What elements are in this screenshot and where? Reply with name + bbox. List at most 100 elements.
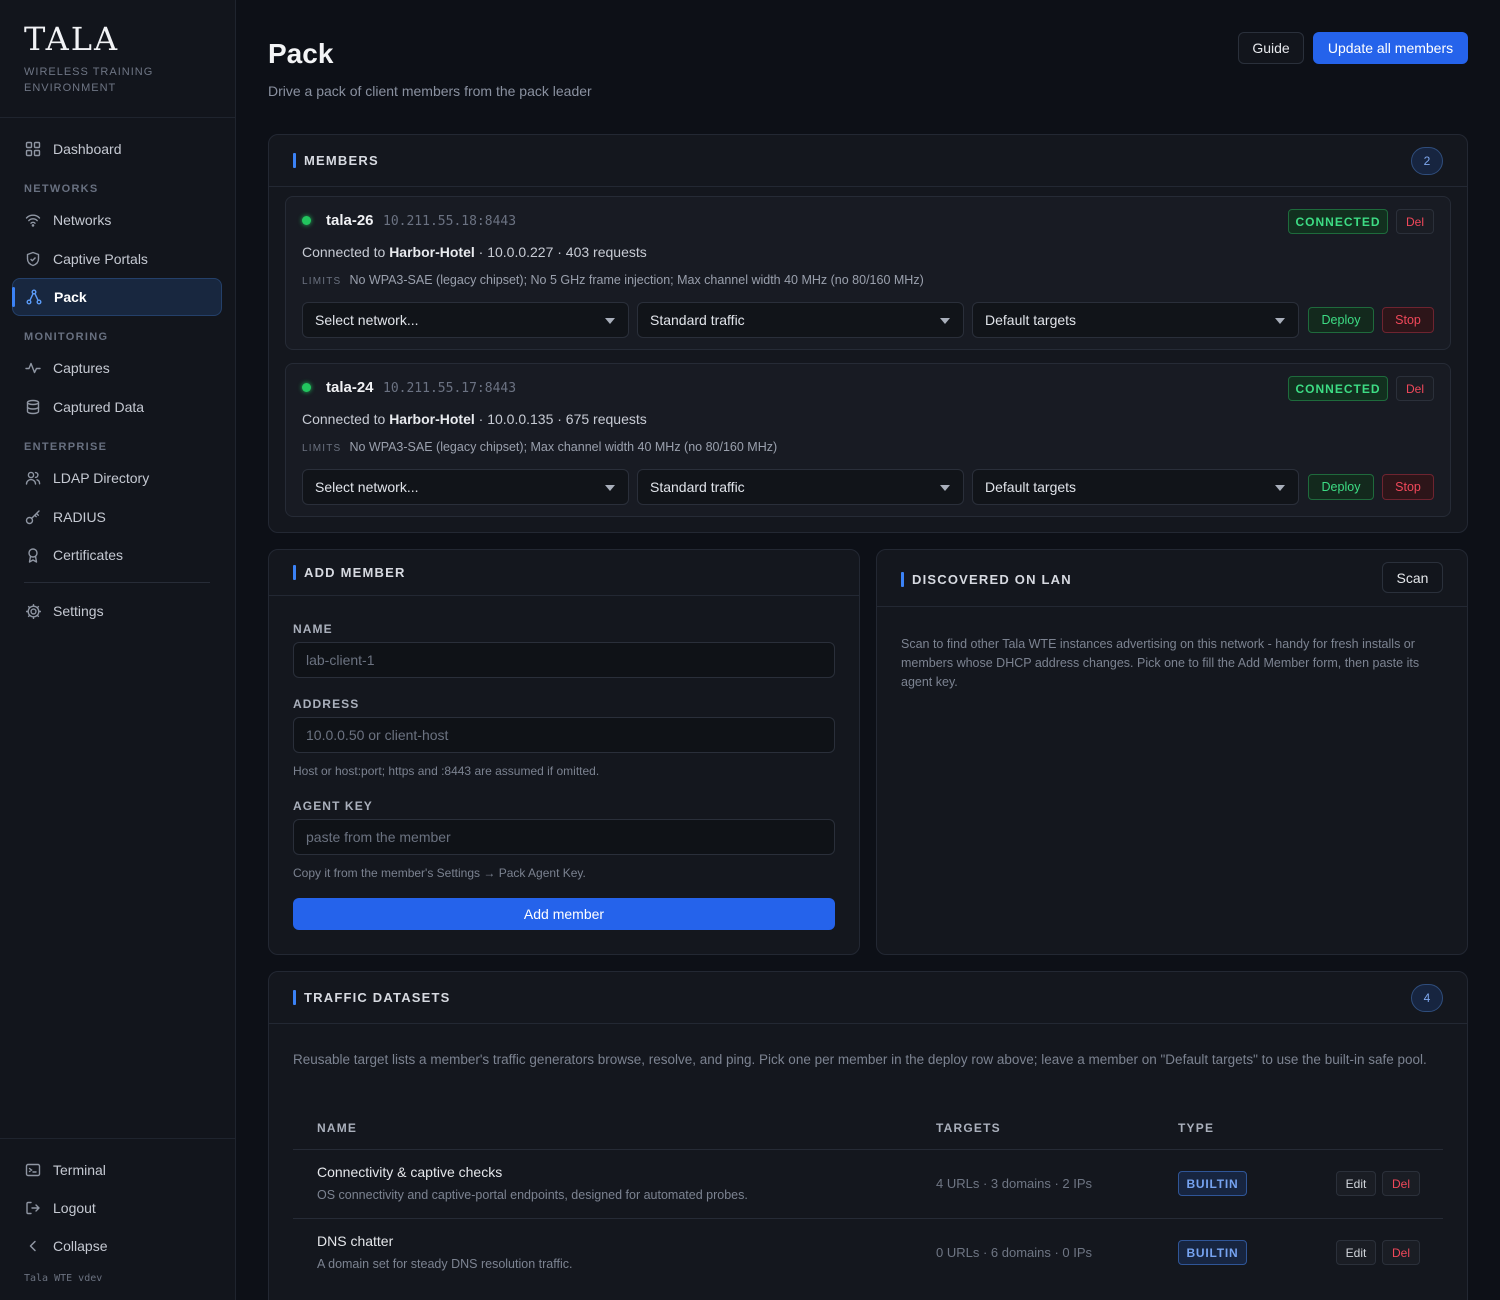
add-member-card: ADD MEMBER NAME ADDRESS Host or host:por… (268, 549, 860, 955)
connection-prefix: Connected to (302, 411, 386, 427)
sidebar-item-label: Settings (53, 603, 104, 619)
connected-network: Harbor-Hotel (389, 244, 475, 260)
pack-icon (25, 288, 43, 306)
sidebar-item-networks[interactable]: Networks (12, 201, 222, 239)
nav-section-monitoring: MONITORING (24, 331, 109, 343)
address-input[interactable] (293, 717, 835, 753)
scan-button[interactable]: Scan (1382, 562, 1443, 593)
network-select[interactable]: Select network... (302, 302, 629, 338)
stop-button[interactable]: Stop (1382, 307, 1434, 333)
member-card: tala-24 10.211.55.17:8443 Connected to H… (285, 363, 1451, 517)
name-label: NAME (293, 622, 333, 636)
dataset-name: Connectivity & captive checks (317, 1164, 503, 1180)
sidebar-item-label: Dashboard (53, 141, 122, 157)
terminal-icon (24, 1161, 42, 1179)
sidebar-item-label: Logout (53, 1200, 96, 1216)
dataset-targets: 0 URLs · 6 domains · 0 IPs (936, 1245, 1093, 1260)
traffic-datasets-card: TRAFFIC DATASETS 4 Reusable target lists… (268, 971, 1468, 1300)
sidebar-item-pack[interactable]: Pack (12, 278, 222, 316)
brand-logo: TALA (24, 20, 120, 58)
key-icon (24, 508, 42, 526)
connection-detail: · 10.0.0.227 · 403 requests (478, 244, 647, 260)
discovered-description: Scan to find other Tala WTE instances ad… (901, 637, 1420, 689)
sidebar-item-label: Networks (53, 212, 112, 228)
sidebar-item-label: RADIUS (53, 509, 106, 525)
sidebar-item-logout[interactable]: Logout (12, 1189, 222, 1227)
datasets-title: TRAFFIC DATASETS (293, 990, 451, 1005)
stop-button[interactable]: Stop (1382, 474, 1434, 500)
sidebar-item-radius[interactable]: RADIUS (12, 498, 222, 536)
wifi-icon (24, 211, 42, 229)
sidebar-divider (0, 117, 235, 118)
member-name: tala-26 (326, 212, 374, 229)
gear-icon (24, 602, 42, 620)
limits-label: LIMITS (302, 276, 342, 287)
sidebar-item-label: Certificates (53, 547, 124, 563)
agent-key-input[interactable] (293, 819, 835, 855)
sidebar-item-ldap[interactable]: LDAP Directory (12, 459, 222, 497)
delete-dataset-button[interactable]: Del (1382, 1171, 1420, 1196)
update-all-members-button[interactable]: Update all members (1313, 32, 1468, 64)
sidebar-item-label: Captive Portals (53, 251, 148, 267)
sidebar-item-label: Pack (54, 289, 87, 305)
sidebar-collapse-button[interactable]: Collapse (12, 1227, 222, 1265)
dataset-targets: 4 URLs · 3 domains · 2 IPs (936, 1176, 1093, 1191)
connected-network: Harbor-Hotel (389, 411, 475, 427)
discovered-header: DISCOVERED ON LAN Scan (877, 550, 1467, 607)
type-badge: BUILTIN (1178, 1240, 1247, 1265)
traffic-select[interactable]: Standard traffic (637, 302, 964, 338)
status-badge: CONNECTED (1288, 376, 1388, 401)
agent-key-hint: Copy it from the member's Settings → Pac… (293, 866, 586, 880)
sidebar-item-captures[interactable]: Captures (12, 349, 222, 387)
sidebar-item-certificates[interactable]: Certificates (12, 536, 222, 574)
guide-button[interactable]: Guide (1238, 32, 1304, 64)
discovered-card: DISCOVERED ON LAN Scan Scan to find othe… (876, 549, 1468, 955)
sidebar-item-captured-data[interactable]: Captured Data (12, 388, 222, 426)
table-row: Connectivity & captive checks OS connect… (293, 1150, 1443, 1219)
targets-select[interactable]: Default targets (972, 302, 1299, 338)
page-subtitle: Drive a pack of client members from the … (268, 83, 592, 99)
sidebar-item-settings[interactable]: Settings (12, 592, 222, 630)
chevron-left-icon (24, 1237, 42, 1255)
delete-member-button[interactable]: Del (1396, 376, 1434, 401)
sidebar-item-terminal[interactable]: Terminal (12, 1151, 222, 1189)
deploy-button[interactable]: Deploy (1308, 474, 1374, 500)
nav-section-networks: NETWORKS (24, 183, 99, 195)
name-input[interactable] (293, 642, 835, 678)
edit-dataset-button[interactable]: Edit (1336, 1171, 1376, 1196)
network-select[interactable]: Select network... (302, 469, 629, 505)
member-address: 10.211.55.18:8443 (383, 214, 517, 229)
sidebar-item-label: Terminal (53, 1162, 106, 1178)
sidebar-divider (0, 1138, 235, 1139)
add-member-button[interactable]: Add member (293, 898, 835, 930)
members-card-header: MEMBERS 2 (269, 135, 1467, 187)
connection-prefix: Connected to (302, 244, 386, 260)
limits-text: No WPA3-SAE (legacy chipset); Max channe… (349, 440, 778, 454)
targets-select[interactable]: Default targets (972, 469, 1299, 505)
sidebar-item-label: LDAP Directory (53, 470, 150, 486)
delete-member-button[interactable]: Del (1396, 209, 1434, 234)
sidebar-item-label: Collapse (53, 1238, 108, 1254)
member-connection: Connected to Harbor-Hotel · 10.0.0.135 ·… (302, 411, 647, 427)
deploy-button[interactable]: Deploy (1308, 307, 1374, 333)
main-content: Pack Drive a pack of client members from… (236, 0, 1500, 1300)
delete-dataset-button[interactable]: Del (1382, 1240, 1420, 1265)
column-header-targets: TARGETS (936, 1121, 1001, 1135)
datasets-header: TRAFFIC DATASETS 4 (269, 972, 1467, 1024)
sidebar-item-dashboard[interactable]: Dashboard (12, 130, 222, 168)
shield-icon (24, 250, 42, 268)
address-hint: Host or host:port; https and :8443 are a… (293, 764, 600, 778)
datasets-description: Reusable target lists a member's traffic… (293, 1052, 1427, 1067)
sidebar: TALA WIRELESS TRAINING ENVIRONMENT Dashb… (0, 0, 236, 1300)
column-header-type: TYPE (1178, 1121, 1215, 1135)
edit-dataset-button[interactable]: Edit (1336, 1240, 1376, 1265)
activity-icon (24, 359, 42, 377)
members-card: MEMBERS 2 tala-26 10.211.55.18:8443 Conn… (268, 134, 1468, 533)
sidebar-item-label: Captured Data (53, 399, 145, 415)
logout-icon (24, 1199, 42, 1217)
certificate-icon (24, 546, 42, 564)
sidebar-item-captive-portals[interactable]: Captive Portals (12, 240, 222, 278)
members-count-badge: 2 (1411, 147, 1443, 175)
traffic-select[interactable]: Standard traffic (637, 469, 964, 505)
table-row: DNS chatter A domain set for steady DNS … (293, 1219, 1443, 1288)
